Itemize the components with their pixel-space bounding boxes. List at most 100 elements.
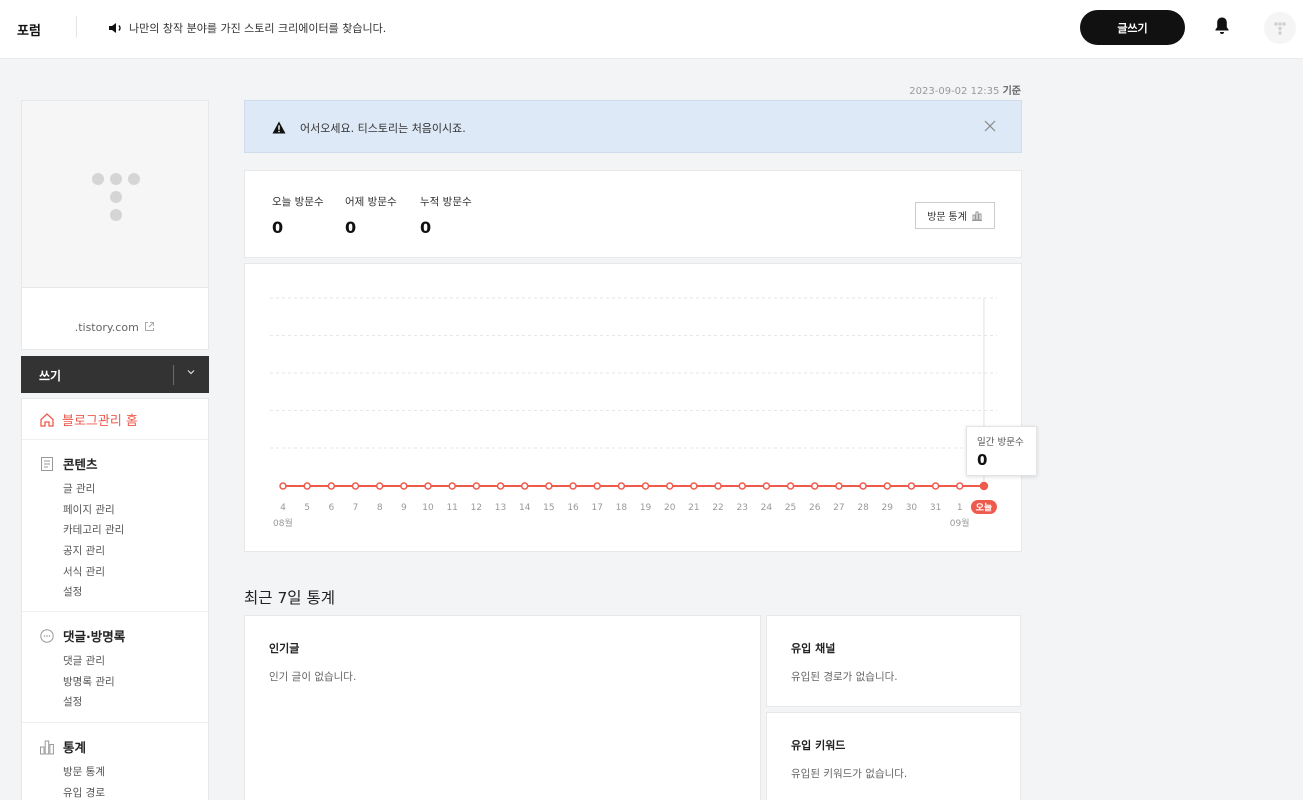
sidebar-item-content-settings[interactable]: 설정	[63, 582, 124, 603]
card-empty-text: 유입된 경로가 없습니다.	[791, 671, 898, 683]
data-point	[327, 482, 336, 490]
data-point	[690, 482, 698, 490]
profile-avatar[interactable]	[1264, 12, 1296, 44]
x-tick-label: 15	[543, 503, 554, 513]
bell-icon[interactable]	[1214, 16, 1230, 36]
sidebar-menu: 블로그관리 홈 콘텐츠 글 관리 페이지 관리 카테고리 관리 공지 관리 서식…	[21, 398, 209, 800]
month-label: 09월	[950, 517, 970, 529]
chevron-down-icon[interactable]	[186, 367, 196, 377]
x-tick-label: 6	[328, 503, 334, 513]
inflow-keyword-card: 유입 키워드 유입된 키워드가 없습니다.	[766, 712, 1021, 800]
forum-link[interactable]: 포럼	[17, 20, 41, 39]
tistory-logo-icon	[1274, 22, 1286, 35]
card-empty-text: 인기 글이 없습니다.	[269, 671, 357, 683]
popular-posts-card: 인기글 인기 글이 없습니다.	[244, 615, 761, 800]
welcome-alert: 어서오세요. 티스토리는 처음이시죠.	[244, 100, 1022, 153]
sidebar-item-comment-settings[interactable]: 설정	[63, 692, 125, 713]
data-point	[617, 482, 626, 490]
x-tick-label: 24	[761, 503, 773, 513]
external-link-icon	[145, 322, 155, 331]
x-tick-label: 17	[591, 503, 602, 513]
top-header: 포럼 나만의 창작 분야를 가진 스토리 크리에이터를 찾습니다. 글쓰기	[0, 0, 1303, 59]
x-tick-label: 13	[495, 503, 506, 513]
bar-chart-icon	[40, 740, 54, 754]
stat-value: 0	[272, 218, 284, 237]
sidebar-item-inflow-path[interactable]: 유입 경로	[63, 783, 105, 800]
sidebar-item-home-label: 블로그관리 홈	[62, 414, 138, 429]
data-point	[351, 482, 360, 490]
warning-icon	[272, 121, 286, 134]
write-menu-label: 쓰기	[39, 369, 62, 383]
write-menu-divider	[173, 365, 174, 385]
x-tick-label: 오늘	[976, 503, 993, 514]
sidebar-item-notice-manage[interactable]: 공지 관리	[63, 541, 124, 562]
card-title: 인기글	[269, 642, 300, 655]
sidebar-item-template-manage[interactable]: 서식 관리	[63, 562, 124, 583]
stat-label: 오늘 방문수	[272, 196, 324, 208]
notice-banner[interactable]: 나만의 창작 분야를 가진 스토리 크리에이터를 찾습니다.	[108, 20, 386, 36]
timestamp: 2023-09-02 12:35 기준	[880, 82, 1021, 97]
x-tick-label: 27	[833, 503, 844, 513]
x-tick-label: 30	[906, 503, 918, 513]
data-point	[545, 482, 553, 490]
data-point	[738, 482, 746, 490]
data-point	[859, 482, 867, 490]
month-label: 08월	[273, 517, 293, 529]
data-point	[714, 482, 722, 490]
data-point	[786, 482, 795, 490]
data-point	[641, 482, 650, 490]
inflow-channel-card: 유입 채널 유입된 경로가 없습니다.	[766, 615, 1021, 707]
x-tick-label: 14	[519, 503, 531, 513]
sidebar-item-post-manage[interactable]: 글 관리	[63, 479, 124, 500]
write-menu[interactable]: 쓰기	[21, 356, 209, 393]
sidebar-section-stats: 통계 방문 통계 유입 경로	[39, 737, 105, 800]
x-tick-label: 5	[304, 503, 310, 513]
alert-message: 어서오세요. 티스토리는 처음이시죠.	[300, 122, 466, 135]
visits-chart: 4 5 6 7 8 9 10 11 12 13 14 15 16 17 18 19 20 21 22 23 24 25 26…	[244, 263, 1037, 552]
notice-text: 나만의 창작 분야를 가진 스토리 크리에이터를 찾습니다.	[129, 22, 387, 35]
document-icon	[41, 456, 53, 471]
visit-stats-button[interactable]: 방문 통계	[915, 202, 995, 229]
chart-tooltip: 일간 방문수 0	[966, 426, 1037, 476]
x-tick-label: 26	[809, 503, 821, 513]
sidebar-item-category-manage[interactable]: 카테고리 관리	[63, 520, 124, 541]
visit-stats-button-label: 방문 통계	[927, 212, 967, 223]
data-point	[303, 482, 311, 490]
close-icon[interactable]	[984, 120, 996, 132]
data-point	[835, 482, 843, 490]
sidebar-item-visit-stats[interactable]: 방문 통계	[63, 762, 105, 783]
sidebar-section-title[interactable]: 댓글·방명록	[39, 626, 125, 645]
sidebar-item-comment-manage[interactable]: 댓글 관리	[63, 651, 125, 672]
visits-chart-svg: 4 5 6 7 8 9 10 11 12 13 14 15 16 17 18 19 20 21 22 23 24 25 26…	[270, 297, 997, 529]
card-empty-text: 유입된 키워드가 없습니다.	[791, 768, 908, 780]
x-tick-label: 4	[280, 503, 286, 513]
data-point	[496, 482, 505, 490]
sidebar-section-contents: 콘텐츠 글 관리 페이지 관리 카테고리 관리 공지 관리 서식 관리 설정	[39, 454, 124, 603]
x-tick-label: 9	[401, 503, 407, 513]
x-tick-label: 29	[882, 503, 894, 513]
x-tick-label: 11	[446, 503, 457, 513]
data-point	[448, 482, 456, 490]
sidebar-section-comments: 댓글·방명록 댓글 관리 방명록 관리 설정	[39, 626, 125, 713]
sidebar-item-page-manage[interactable]: 페이지 관리	[63, 500, 124, 521]
data-point	[665, 482, 674, 490]
x-tick-label: 20	[664, 503, 676, 513]
timestamp-value: 2023-09-02 12:35	[909, 86, 1000, 97]
sidebar-section-title[interactable]: 콘텐츠	[39, 454, 124, 473]
stat-yesterday: 어제 방문수 0	[345, 194, 397, 237]
sidebar-item-guestbook-manage[interactable]: 방명록 관리	[63, 672, 125, 693]
write-post-button[interactable]: 글쓰기	[1080, 10, 1185, 45]
x-tick-label: 7	[353, 503, 359, 513]
tooltip-label: 일간 방문수	[977, 437, 1024, 448]
blog-url-link[interactable]: .tistory.com	[22, 321, 208, 334]
sidebar-section-title[interactable]: 통계	[39, 737, 105, 756]
sidebar-item-home[interactable]: 블로그관리 홈	[39, 410, 138, 429]
data-point	[931, 482, 940, 490]
stat-label: 누적 방문수	[420, 196, 472, 208]
visit-stats-card: 오늘 방문수 0 어제 방문수 0 누적 방문수 0 방문 통계	[244, 170, 1022, 258]
x-tick-label: 25	[785, 503, 796, 513]
sidebar-section-label: 댓글·방명록	[63, 629, 126, 644]
blog-image	[22, 101, 208, 288]
stat-value: 0	[420, 218, 432, 237]
x-tick-label: 8	[377, 503, 383, 513]
